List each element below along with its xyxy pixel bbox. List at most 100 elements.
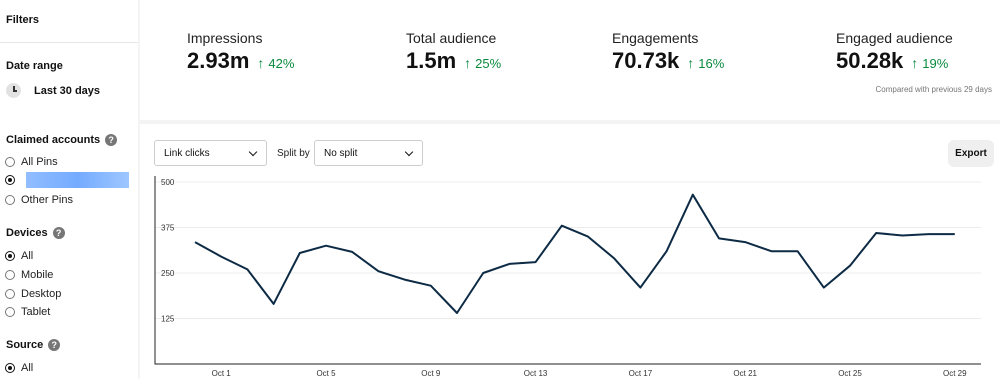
- radio-label: All: [21, 362, 34, 374]
- data-point[interactable]: [874, 231, 878, 235]
- data-point[interactable]: [507, 262, 511, 266]
- comparison-note: Compared with previous 29 days: [875, 85, 992, 94]
- metric-label: Impressions: [187, 30, 263, 46]
- data-point[interactable]: [429, 284, 433, 288]
- y-tick-label: 250: [161, 269, 175, 278]
- clock-icon: [6, 83, 21, 98]
- radio-button[interactable]: [5, 175, 15, 185]
- metric-change-value: 19%: [922, 56, 949, 71]
- y-tick-label: 500: [161, 178, 175, 187]
- data-point[interactable]: [376, 269, 380, 273]
- radio-label: All Pins: [21, 156, 58, 168]
- help-icon[interactable]: ?: [48, 339, 61, 351]
- metric-change-value: 42%: [268, 56, 295, 71]
- data-point[interactable]: [665, 249, 669, 253]
- radio-label: All: [21, 250, 34, 262]
- redacted-account-name: [26, 172, 129, 188]
- metric-change-value: 16%: [698, 56, 725, 71]
- data-point[interactable]: [586, 235, 590, 239]
- data-point[interactable]: [560, 224, 564, 228]
- data-point[interactable]: [298, 251, 302, 255]
- data-point[interactable]: [743, 240, 747, 244]
- data-point[interactable]: [403, 278, 407, 282]
- metric-impressions[interactable]: Impressions 2.93m ↑ 42%: [187, 30, 294, 74]
- claimed-accounts-heading: Claimed accounts ?: [6, 134, 118, 146]
- filters-title: Filters: [6, 14, 40, 26]
- x-tick-label: Oct 17: [629, 369, 653, 378]
- metric-change: ↑ 42%: [257, 55, 294, 71]
- data-point[interactable]: [953, 232, 957, 236]
- devices-heading: Devices ?: [6, 227, 65, 239]
- radio-device-mobile[interactable]: Mobile: [5, 269, 53, 281]
- data-point[interactable]: [638, 286, 642, 290]
- arrow-up-icon: ↑: [257, 55, 265, 71]
- source-heading: Source ?: [6, 339, 61, 351]
- radio-button[interactable]: [5, 289, 15, 299]
- x-tick-label: Oct 9: [421, 369, 441, 378]
- data-point[interactable]: [691, 193, 695, 197]
- data-point[interactable]: [796, 249, 800, 253]
- metric-change: ↑ 19%: [911, 55, 948, 71]
- metric-engagements[interactable]: Engagements 70.73k ↑ 16%: [612, 30, 724, 74]
- radio-claimed-account[interactable]: [5, 172, 129, 188]
- metric-label: Engagements: [612, 30, 699, 46]
- data-point[interactable]: [900, 234, 904, 238]
- radio-device-desktop[interactable]: Desktop: [5, 288, 61, 300]
- data-point[interactable]: [769, 249, 773, 253]
- metric-value: 1.5m: [406, 48, 457, 73]
- data-point[interactable]: [927, 232, 931, 236]
- radio-button[interactable]: [5, 157, 15, 167]
- help-icon[interactable]: ?: [52, 227, 65, 239]
- radio-label: Mobile: [21, 269, 54, 281]
- data-point[interactable]: [245, 267, 249, 271]
- data-point[interactable]: [612, 256, 616, 260]
- metric-total-audience[interactable]: Total audience 1.5m ↑ 25%: [406, 30, 501, 74]
- data-point[interactable]: [350, 250, 354, 254]
- date-range-selector[interactable]: Last 30 days: [6, 83, 100, 98]
- help-icon[interactable]: ?: [105, 134, 118, 146]
- date-range-value: Last 30 days: [34, 84, 101, 97]
- y-tick-label: 375: [161, 224, 175, 233]
- metric-engaged-audience[interactable]: Engaged audience 50.28k ↑ 19%: [836, 30, 953, 74]
- date-range-heading-label: Date range: [6, 60, 63, 72]
- chart-panel: Link clicks Split by No split Export 125…: [140, 124, 1000, 379]
- data-point[interactable]: [822, 286, 826, 290]
- radio-button[interactable]: [5, 270, 15, 280]
- data-point[interactable]: [717, 236, 721, 240]
- y-tick-label: 125: [161, 315, 175, 324]
- radio-device-tablet[interactable]: Tablet: [5, 306, 50, 318]
- metric-value: 2.93m: [187, 48, 250, 73]
- metric-change-value: 25%: [475, 56, 502, 71]
- x-tick-label: Oct 21: [733, 369, 757, 378]
- radio-other-pins[interactable]: Other Pins: [5, 194, 73, 206]
- radio-label: Desktop: [21, 288, 62, 300]
- radio-label: Other Pins: [21, 194, 73, 206]
- data-point[interactable]: [848, 264, 852, 268]
- axis: [154, 176, 981, 365]
- arrow-up-icon: ↑: [464, 55, 472, 71]
- radio-button[interactable]: [5, 307, 15, 317]
- source-heading-label: Source: [6, 339, 44, 351]
- radio-button[interactable]: [5, 363, 15, 373]
- data-point[interactable]: [272, 302, 276, 306]
- data-point[interactable]: [219, 255, 223, 259]
- x-tick-label: Oct 29: [943, 369, 967, 378]
- data-point[interactable]: [534, 260, 538, 264]
- radio-device-all[interactable]: All: [5, 250, 33, 262]
- metric-label: Total audience: [406, 30, 497, 46]
- radio-label: Tablet: [21, 306, 51, 318]
- radio-source-all[interactable]: All: [5, 362, 33, 374]
- metric-value: 50.28k: [836, 48, 904, 73]
- data-point[interactable]: [481, 271, 485, 275]
- data-point[interactable]: [324, 244, 328, 248]
- data-point[interactable]: [193, 240, 197, 244]
- radio-all-pins[interactable]: All Pins: [5, 156, 58, 168]
- claimed-accounts-heading-label: Claimed accounts: [6, 134, 101, 146]
- x-tick-label: Oct 1: [212, 369, 232, 378]
- radio-button[interactable]: [5, 195, 15, 205]
- series-line[interactable]: [194, 193, 955, 314]
- data-point[interactable]: [455, 311, 459, 315]
- metrics-panel: Impressions 2.93m ↑ 42% Total audience 1.…: [140, 0, 1000, 120]
- x-tick-label: Oct 13: [524, 369, 548, 378]
- radio-button[interactable]: [5, 251, 15, 261]
